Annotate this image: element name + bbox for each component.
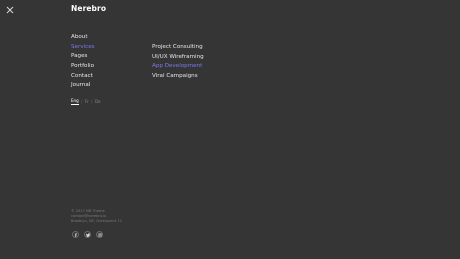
submenu-item-ui-ux-wireframing[interactable]: UI/UX Wireframing	[152, 53, 204, 63]
social-links	[72, 231, 103, 238]
submenu-item-app-development[interactable]: App Development	[152, 62, 204, 72]
language-option-eng[interactable]: Eng	[71, 98, 79, 105]
footer-address: Brooklyn, NY, Greenpoint 12	[71, 219, 122, 223]
menu-item-portfolio[interactable]: Portfolio	[71, 62, 95, 72]
facebook-button[interactable]	[72, 231, 79, 238]
language-switcher: Eng / Fr / De	[71, 98, 101, 105]
menu-item-about[interactable]: About	[71, 33, 95, 43]
submenu-item-project-consulting[interactable]: Project Consulting	[152, 43, 204, 53]
twitter-button[interactable]	[84, 231, 91, 238]
language-option-fr[interactable]: Fr	[85, 99, 89, 104]
instagram-icon	[97, 232, 102, 237]
brand-logo[interactable]: Nerebro	[71, 4, 106, 13]
main-menu: About Services Pages Portfolio Contact J…	[71, 33, 95, 91]
menu-item-journal[interactable]: Journal	[71, 81, 95, 91]
facebook-icon	[74, 232, 77, 237]
language-separator: /	[91, 98, 93, 104]
submenu-item-viral-campaigns[interactable]: Viral Campaigns	[152, 72, 204, 82]
close-icon	[6, 6, 14, 14]
footer-info: © 2017 NB Theme contact@nerebro.io Brook…	[71, 209, 122, 224]
services-submenu: Project Consulting UI/UX Wireframing App…	[152, 43, 204, 82]
menu-item-pages[interactable]: Pages	[71, 52, 95, 62]
language-separator: /	[81, 98, 83, 104]
menu-item-contact[interactable]: Contact	[71, 72, 95, 82]
close-button[interactable]	[5, 5, 15, 15]
language-option-de[interactable]: De	[95, 99, 101, 104]
menu-item-services[interactable]: Services	[71, 43, 95, 53]
twitter-icon	[85, 232, 90, 237]
instagram-button[interactable]	[96, 231, 103, 238]
menu-overlay: Nerebro About Services Pages Portfolio C…	[0, 0, 460, 259]
